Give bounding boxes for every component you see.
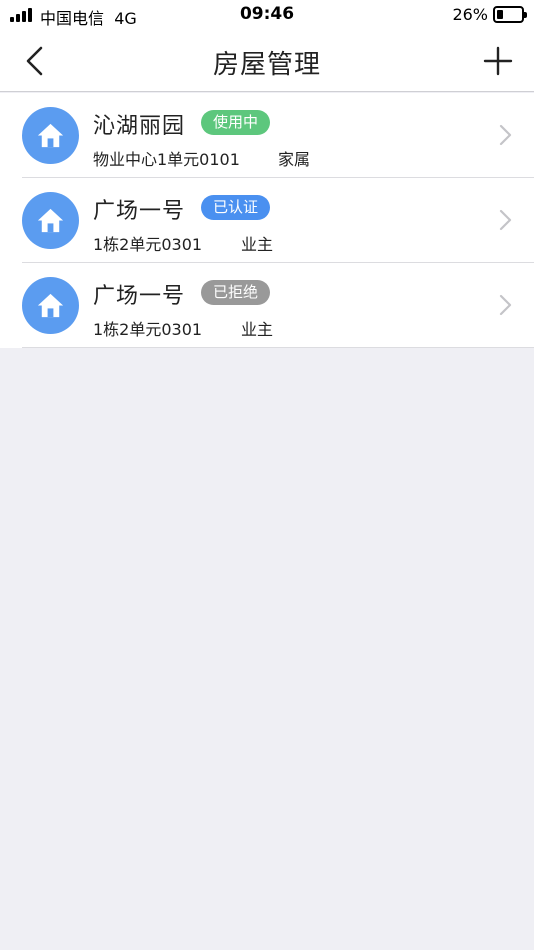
- house-address: 1栋2单元0301: [93, 320, 203, 339]
- house-avatar: [22, 277, 79, 334]
- house-name: 广场一号: [93, 199, 186, 224]
- status-badge: 已拒绝: [201, 280, 271, 305]
- chevron-right-icon: [499, 294, 512, 316]
- house-icon: [37, 123, 64, 148]
- divider: [22, 347, 534, 348]
- house-name: 沁湖丽园: [93, 114, 186, 139]
- add-house-button[interactable]: [480, 43, 516, 79]
- status-badge: 使用中: [201, 110, 271, 135]
- status-bar: 中国电信 4G 09:46 26%: [0, 0, 534, 30]
- house-address: 物业中心1单元0101: [93, 150, 240, 169]
- house-role: 家属: [278, 150, 311, 169]
- status-badge: 已认证: [201, 195, 271, 220]
- nav-bar: 房屋管理: [0, 30, 534, 92]
- battery-icon: [493, 6, 527, 23]
- house-address: 1栋2单元0301: [93, 235, 203, 254]
- house-icon: [37, 293, 64, 318]
- house-list-item[interactable]: 广场一号 已认证 1栋2单元0301 业主: [0, 178, 534, 263]
- house-list-item[interactable]: 广场一号 已拒绝 1栋2单元0301 业主: [0, 263, 534, 348]
- house-avatar: [22, 192, 79, 249]
- chevron-right-icon: [499, 209, 512, 231]
- chevron-right-icon: [499, 124, 512, 146]
- battery-percent: 26%: [452, 5, 488, 24]
- house-list: 沁湖丽园 使用中 物业中心1单元0101 家属 广场一号 已认证 1栋2单元03…: [0, 93, 534, 348]
- house-list-item[interactable]: 沁湖丽园 使用中 物业中心1单元0101 家属: [0, 93, 534, 178]
- house-role: 业主: [241, 235, 274, 254]
- house-icon: [37, 208, 64, 233]
- page-title: 房屋管理: [212, 50, 321, 80]
- plus-icon: [483, 46, 513, 76]
- house-role: 业主: [241, 320, 274, 339]
- house-avatar: [22, 107, 79, 164]
- house-name: 广场一号: [93, 284, 186, 309]
